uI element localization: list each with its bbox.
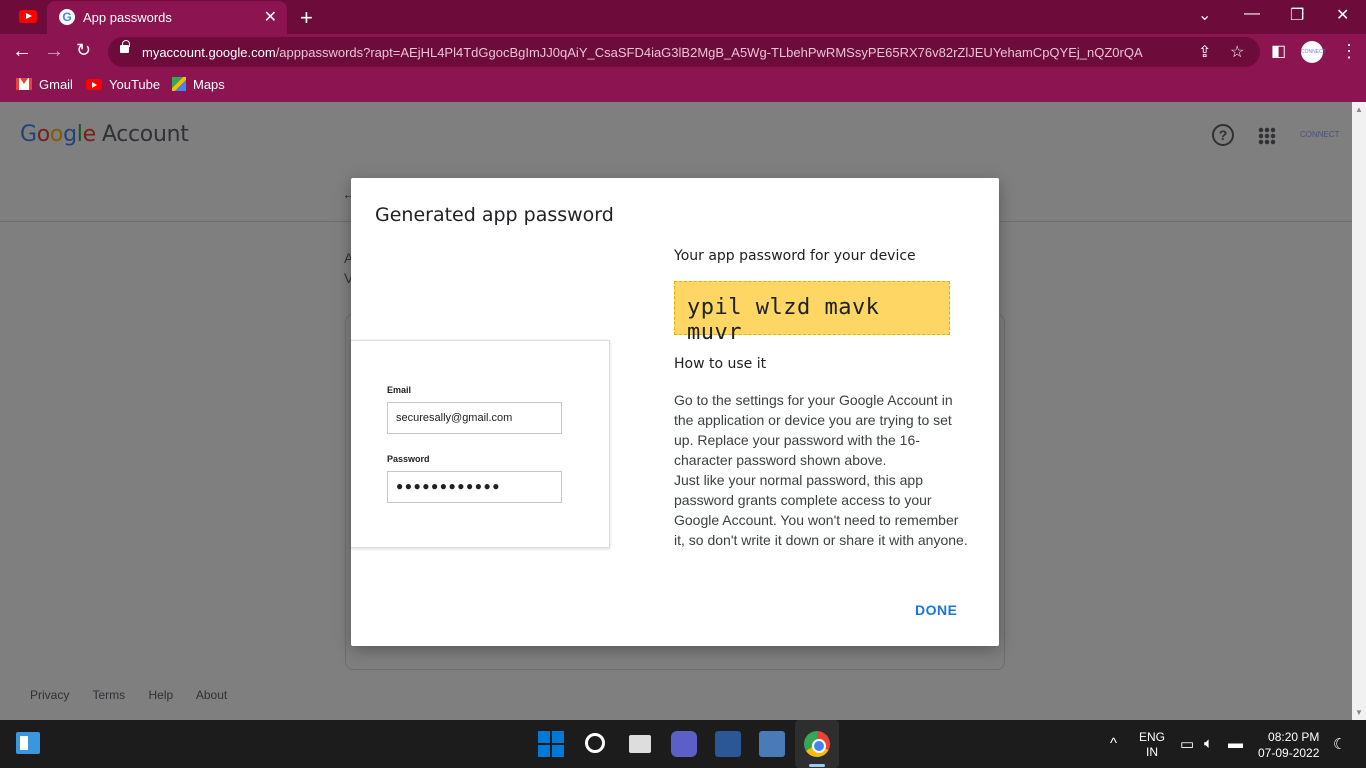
volume-icon[interactable]: 🔈︎	[1204, 735, 1213, 752]
close-window-icon[interactable]: ✕	[1336, 5, 1349, 25]
language-code: ENG	[1139, 730, 1166, 744]
preview-password-label: Password	[387, 454, 430, 464]
bookmarks-bar: Gmail YouTube Maps	[0, 70, 1366, 102]
night-mode-icon[interactable]: ☾	[1333, 735, 1346, 753]
bookmark-gmail-label: Gmail	[39, 77, 73, 92]
language-indicator[interactable]: ENG IN	[1139, 730, 1165, 760]
bookmark-youtube[interactable]: YouTube	[86, 77, 160, 92]
youtube-icon	[86, 79, 102, 90]
generated-password-dialog: Generated app password Email securesally…	[351, 178, 999, 646]
battery-icon[interactable]: ▬	[1228, 735, 1243, 752]
bookmark-youtube-label: YouTube	[109, 77, 161, 92]
preview-email-label: Email	[387, 385, 412, 395]
tab-close-icon[interactable]: ✕	[264, 7, 277, 27]
password-subtitle: Your app password for your device	[674, 248, 916, 264]
bookmark-maps[interactable]: Maps	[172, 77, 225, 92]
task-view-icon[interactable]	[629, 735, 651, 753]
windows-taskbar: ^ ENG IN ▭ 🔈︎ ▬ 08:20 PM 07-09-2022 ☾	[0, 720, 1366, 768]
display-icon[interactable]: ▭	[1180, 735, 1194, 753]
bookmark-star-icon[interactable]: ☆	[1230, 42, 1244, 62]
youtube-tab-icon[interactable]	[19, 10, 37, 23]
share-icon[interactable]: ⇪	[1198, 42, 1211, 62]
maps-icon	[172, 77, 186, 91]
minimize-icon[interactable]: —	[1244, 5, 1260, 23]
remote-desktop-icon[interactable]	[759, 731, 785, 757]
bookmark-gmail[interactable]: Gmail	[16, 77, 73, 92]
side-panel-icon[interactable]: ◧	[1271, 41, 1286, 61]
lock-icon[interactable]	[120, 40, 130, 53]
scroll-up-icon[interactable]: ▲	[1355, 105, 1363, 114]
browser-toolbar: ← → ↻ myaccount.google.com/apppasswords?…	[0, 34, 1366, 70]
signin-preview-illustration: Email securesally@gmail.com Password ●●●…	[351, 340, 610, 548]
dialog-title: Generated app password	[375, 204, 614, 226]
clock[interactable]: 08:20 PM 07-09-2022	[1258, 729, 1319, 761]
done-button[interactable]: DONE	[915, 602, 957, 618]
tab-search-chevron-icon[interactable]: ⌄	[1198, 5, 1211, 25]
scroll-down-icon[interactable]: ▼	[1355, 708, 1363, 717]
widgets-icon[interactable]	[16, 732, 40, 754]
tab-title: App passwords	[83, 10, 172, 25]
chrome-icon[interactable]	[804, 731, 830, 757]
browser-tab-bar: G App passwords ✕ + ⌄ — ❐ ✕	[0, 0, 1366, 34]
address-bar[interactable]: myaccount.google.com/apppasswords?rapt=A…	[108, 37, 1260, 67]
url-text[interactable]: myaccount.google.com/apppasswords?rapt=A…	[142, 45, 1182, 60]
how-to-use-instructions: Go to the settings for your Google Accou…	[674, 390, 972, 550]
profile-avatar[interactable]: CONNECT	[1301, 41, 1326, 63]
search-icon[interactable]	[585, 733, 605, 753]
chrome-running-indicator	[809, 764, 825, 767]
new-tab-icon[interactable]: +	[300, 5, 313, 31]
gmail-icon	[16, 78, 32, 90]
clock-date: 07-09-2022	[1258, 746, 1320, 760]
how-to-use-heading: How to use it	[674, 356, 767, 372]
page-scrollbar[interactable]: ▲ ▼	[1352, 102, 1366, 720]
instructions-paragraph-1: Go to the settings for your Google Accou…	[674, 392, 953, 468]
forward-icon[interactable]: →	[44, 40, 64, 63]
google-favicon-icon: G	[59, 9, 75, 25]
keyboard-region: IN	[1146, 745, 1158, 759]
bookmark-maps-label: Maps	[193, 77, 225, 92]
clock-time: 08:20 PM	[1268, 730, 1320, 744]
back-icon[interactable]: ←	[12, 40, 32, 63]
url-host: myaccount.google.com	[142, 45, 276, 60]
teams-chat-icon[interactable]	[671, 731, 697, 757]
tab-app-passwords[interactable]: G App passwords ✕	[47, 1, 287, 34]
generated-password[interactable]: ypil wlzd mavk muvr	[674, 281, 950, 345]
tray-overflow-chevron-icon[interactable]: ^	[1110, 735, 1117, 752]
network-app-icon[interactable]	[715, 731, 741, 757]
preview-email-field: securesally@gmail.com	[387, 402, 562, 434]
instructions-paragraph-2: Just like your normal password, this app…	[674, 472, 968, 548]
reload-icon[interactable]: ↻	[76, 40, 91, 61]
restore-icon[interactable]: ❐	[1290, 5, 1304, 25]
preview-password-field: ●●●●●●●●●●●●	[387, 471, 562, 503]
start-windows-icon[interactable]	[538, 731, 564, 757]
url-path: /apppasswords?rapt=AEjHL4Pl4TdGgocBgImJJ…	[275, 45, 1143, 60]
menu-kebab-icon[interactable]: ⋮	[1340, 41, 1358, 62]
